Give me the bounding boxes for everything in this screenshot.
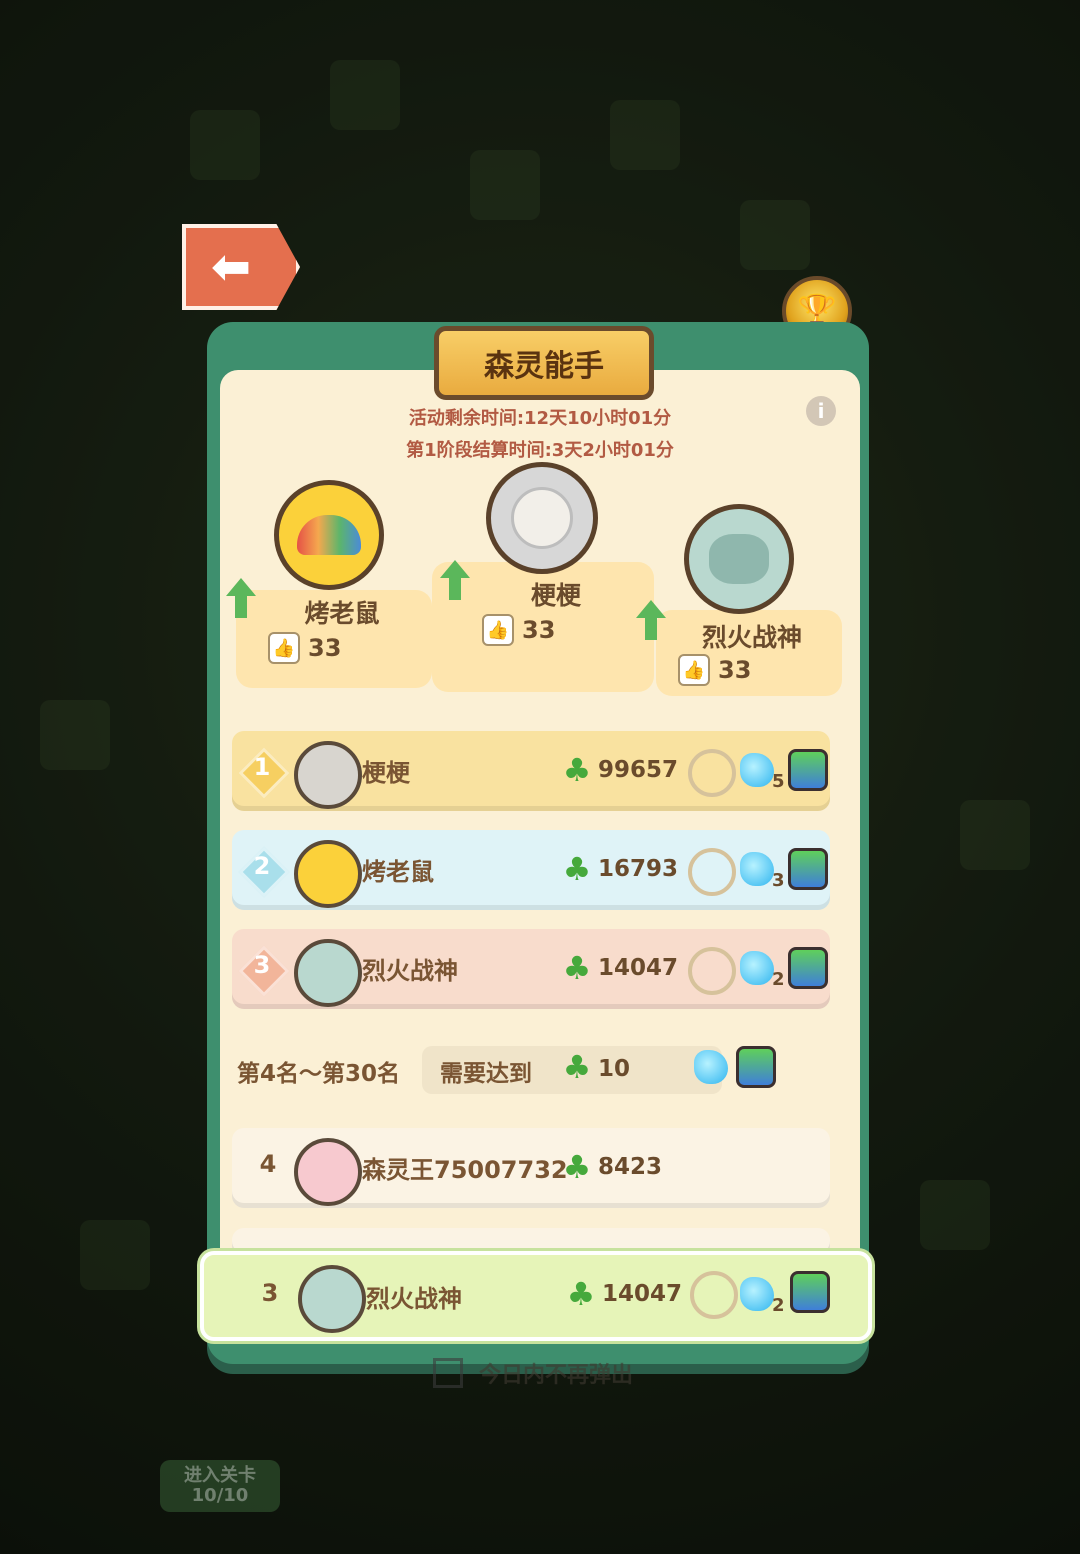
enter-level-progress: 10/10 xyxy=(191,1485,249,1506)
rank-row-1[interactable]: 1 梗梗 ♣ 99657 5 xyxy=(232,731,830,811)
robot-reward-icon xyxy=(788,947,828,989)
podium-avatar-kaolaoshu[interactable] xyxy=(274,480,384,590)
clover-icon: ♣ xyxy=(566,1275,596,1313)
thumbs-up-icon: 👍 xyxy=(268,632,300,664)
rank-number: 1 xyxy=(253,753,271,781)
back-button[interactable]: ⬅ xyxy=(182,224,300,310)
player-name: 烤老鼠 xyxy=(362,858,434,886)
podium-avatar-liehuozhanshen[interactable] xyxy=(684,504,794,614)
score: 16793 xyxy=(598,856,679,882)
like-count: 33 xyxy=(308,634,342,662)
clover-icon: ♣ xyxy=(562,751,592,789)
podium-name-1st: 梗梗 xyxy=(530,581,581,610)
score: 99657 xyxy=(598,757,679,783)
clover-icon: ♣ xyxy=(562,1148,592,1186)
player-name: 森灵王75007732 xyxy=(362,1156,568,1184)
gem-count: 3 xyxy=(772,870,785,891)
rank-number: 4 xyxy=(259,1150,277,1178)
ring-reward-icon xyxy=(690,1271,738,1319)
requirement-value: 10 xyxy=(598,1056,631,1082)
podium-name-3rd: 烈火战神 xyxy=(701,623,802,652)
player-name: 梗梗 xyxy=(362,759,410,787)
checkbox-label: 今日内不再弹出 xyxy=(479,1363,634,1388)
like-count: 33 xyxy=(522,616,556,644)
podium-name-2nd: 烤老鼠 xyxy=(304,599,380,628)
avatar-chick-body xyxy=(297,515,361,555)
robot-reward-icon xyxy=(788,848,828,890)
podium-like-3rd[interactable]: 👍 33 xyxy=(678,654,751,686)
gem-count: 5 xyxy=(772,771,785,792)
rank-row-2[interactable]: 2 烤老鼠 ♣ 16793 3 xyxy=(232,830,830,910)
ring-reward-icon xyxy=(688,848,736,896)
stage-settlement-time: 第1阶段结算时间:3天2小时01分 xyxy=(406,440,674,461)
gem-reward-icon xyxy=(740,852,774,886)
podium-avatar-genggeng[interactable] xyxy=(486,462,598,574)
gem-reward-icon xyxy=(740,1277,774,1311)
activity-remaining-time: 活动剩余时间:12天10小时01分 xyxy=(408,408,672,429)
avatar xyxy=(298,1265,366,1333)
ring-reward-icon xyxy=(688,947,736,995)
enter-level-button[interactable]: 进入关卡 10/10 xyxy=(160,1460,280,1512)
like-count: 33 xyxy=(718,656,752,684)
rank-number: 3 xyxy=(253,951,271,979)
back-arrow-icon: ⬅ xyxy=(210,239,252,295)
robot-reward-icon xyxy=(736,1046,776,1088)
clover-icon: ♣ xyxy=(562,1048,592,1086)
enter-level-label: 进入关卡 xyxy=(184,1465,256,1486)
ring-reward-icon xyxy=(688,749,736,797)
avatar xyxy=(294,1138,362,1206)
rank-range-label: 第4名～第30名 xyxy=(237,1061,401,1087)
clover-icon: ♣ xyxy=(562,850,592,888)
dont-show-today[interactable]: 今日内不再弹出 xyxy=(433,1357,633,1389)
panel-title: 森灵能手 xyxy=(434,326,654,400)
thumbs-up-icon: 👍 xyxy=(678,654,710,686)
player-name: 烈火战神 xyxy=(366,1285,462,1313)
checkbox[interactable] xyxy=(433,1358,463,1388)
avatar xyxy=(294,939,362,1007)
robot-reward-icon xyxy=(790,1271,830,1313)
gem-reward-icon xyxy=(740,951,774,985)
avatar xyxy=(294,741,362,809)
podium-like-2nd[interactable]: 👍 33 xyxy=(268,632,341,664)
gem-reward-icon xyxy=(740,753,774,787)
rank-row-3[interactable]: 3 烈火战神 ♣ 14047 2 xyxy=(232,929,830,1009)
requirement-label: 需要达到 xyxy=(440,1061,532,1087)
clover-icon: ♣ xyxy=(562,949,592,987)
avatar-face xyxy=(511,487,573,549)
robot-reward-icon xyxy=(788,749,828,791)
score: 8423 xyxy=(598,1154,663,1180)
player-name: 烈火战神 xyxy=(362,957,458,985)
podium-like-1st[interactable]: 👍 33 xyxy=(482,614,555,646)
score: 14047 xyxy=(598,955,679,981)
thumbs-up-icon: 👍 xyxy=(482,614,514,646)
avatar xyxy=(294,840,362,908)
gem-reward-icon xyxy=(694,1050,728,1084)
gem-count: 2 xyxy=(772,1295,785,1316)
my-rank-row[interactable]: 3 烈火战神 ♣ 14047 2 xyxy=(200,1251,872,1341)
rank-row-4[interactable]: 4 森灵王75007732 ♣ 8423 xyxy=(232,1128,830,1208)
rank-number: 3 xyxy=(261,1279,279,1307)
info-icon[interactable]: i xyxy=(806,396,836,426)
rank-number: 2 xyxy=(253,852,271,880)
gem-count: 2 xyxy=(772,969,785,990)
score: 14047 xyxy=(602,1281,683,1307)
avatar-rock xyxy=(709,534,769,584)
